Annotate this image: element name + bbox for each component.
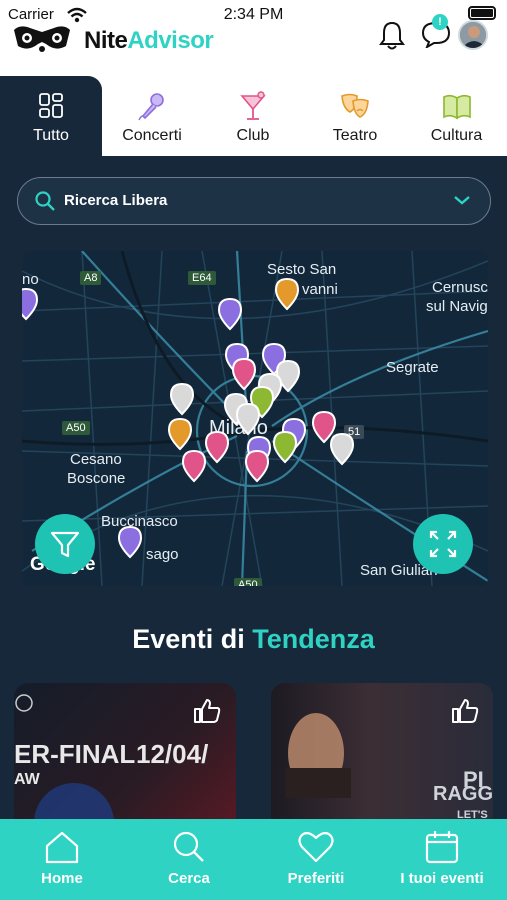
expand-icon <box>429 530 457 558</box>
wifi-icon <box>67 7 87 23</box>
map-pin-icon <box>218 298 242 330</box>
tab-cultura[interactable]: Cultura <box>406 76 507 156</box>
category-tabs: Tutto Concerti Club Teatro Cultura <box>0 76 507 156</box>
brand-part-2: Advisor <box>127 27 214 54</box>
search-icon <box>173 831 204 862</box>
home-icon <box>45 831 79 864</box>
nav-label: Preferiti <box>287 870 345 887</box>
tab-label: Tutto <box>33 127 69 144</box>
battery-icon <box>468 6 496 20</box>
bottom-navigation: Home Cerca Preferiti I tuoi eventi <box>0 819 507 900</box>
search-value: Ricerca Libera <box>64 192 168 209</box>
theatre-masks-icon <box>341 93 369 118</box>
nav-home[interactable]: Home <box>0 819 124 900</box>
map-pin-icon <box>275 278 299 310</box>
map-pin-icon <box>22 288 38 320</box>
event-card[interactable]: PI RAGG LET'S <box>271 683 493 833</box>
grid-icon <box>39 93 63 118</box>
tab-concerti[interactable]: Concerti <box>102 76 202 156</box>
event-card[interactable]: ER-FINAL 12/04/ AW <box>14 683 236 833</box>
event-card-date: 12/04/ <box>136 739 209 769</box>
event-card-subtitle: RAGG <box>433 783 493 805</box>
map-pin-icon <box>170 383 194 415</box>
event-card-subtitle: AW <box>14 771 40 788</box>
tab-teatro[interactable]: Teatro <box>304 76 406 156</box>
map-pin-icon <box>312 411 336 443</box>
book-icon <box>442 94 471 120</box>
filter-button[interactable] <box>35 514 95 574</box>
map-pin-icon <box>168 418 192 450</box>
heart-icon <box>298 831 334 863</box>
map-pin-icon <box>232 358 256 390</box>
nav-label: I tuoi eventi <box>400 870 484 887</box>
map-pin-icon <box>182 450 206 482</box>
trending-title: Eventi di Tendenza <box>0 624 507 655</box>
map-pin-icon <box>118 526 142 558</box>
tab-label: Teatro <box>332 127 378 144</box>
nav-i-tuoi-eventi[interactable]: I tuoi eventi <box>380 819 504 900</box>
filter-funnel-icon <box>50 531 80 558</box>
avatar[interactable] <box>458 20 488 50</box>
nav-label: Home <box>41 870 83 887</box>
tab-label: Cultura <box>430 127 483 144</box>
cocktail-icon <box>240 91 266 120</box>
nav-label: Cerca <box>168 870 210 887</box>
brand-part-1: Nite <box>84 27 128 54</box>
thumbs-up-icon[interactable] <box>450 697 480 725</box>
thumbs-up-icon[interactable] <box>192 697 222 725</box>
expand-map-button[interactable] <box>413 514 473 574</box>
tab-tutto[interactable]: Tutto <box>0 76 102 156</box>
event-card-title: ER-FINAL <box>14 739 136 769</box>
tab-label: Club <box>236 127 270 144</box>
trending-title-accent: Tendenza <box>252 624 375 654</box>
user-photo-icon <box>460 22 486 48</box>
map-pin-icon <box>245 450 269 482</box>
chat-badge: ! <box>432 14 448 30</box>
trending-title-part1: Eventi di <box>132 624 253 654</box>
brand-logo-text: NiteAdvisor <box>84 27 214 55</box>
microphone-icon <box>138 93 164 121</box>
map-pin-icon <box>205 431 229 463</box>
bell-icon[interactable] <box>378 20 406 50</box>
map-pin-icon <box>330 433 354 465</box>
tab-club[interactable]: Club <box>202 76 304 156</box>
nav-cerca[interactable]: Cerca <box>127 819 251 900</box>
calendar-icon <box>425 831 459 864</box>
chevron-down-icon[interactable] <box>453 194 471 206</box>
tab-label: Concerti <box>122 127 182 144</box>
map-pin-icon <box>273 431 297 463</box>
map-pin-icon <box>236 403 260 435</box>
search-icon <box>35 191 55 211</box>
raccoon-logo-icon <box>14 26 70 52</box>
nav-preferiti[interactable]: Preferiti <box>254 819 378 900</box>
